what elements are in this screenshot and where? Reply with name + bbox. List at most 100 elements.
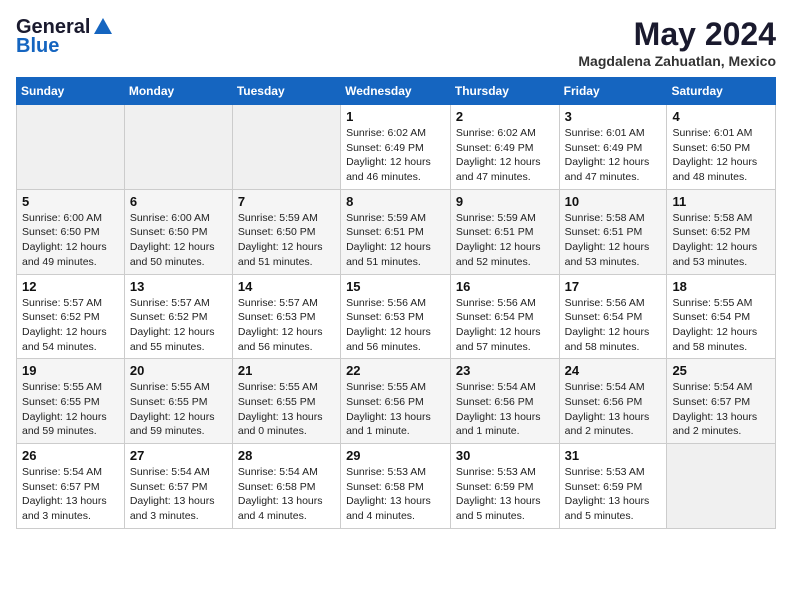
calendar-cell: 12 Sunrise: 5:57 AM Sunset: 6:52 PM Dayli…: [17, 274, 125, 359]
day-number: 23: [456, 363, 554, 378]
day-number: 11: [672, 194, 770, 209]
day-info: Sunrise: 5:54 AM Sunset: 6:57 PM Dayligh…: [672, 380, 770, 439]
day-info: Sunrise: 5:55 AM Sunset: 6:55 PM Dayligh…: [130, 380, 227, 439]
day-number: 12: [22, 279, 119, 294]
weekday-header: Monday: [124, 78, 232, 105]
day-number: 8: [346, 194, 445, 209]
day-number: 10: [565, 194, 662, 209]
day-info: Sunrise: 5:56 AM Sunset: 6:54 PM Dayligh…: [456, 296, 554, 355]
day-number: 4: [672, 109, 770, 124]
calendar-week-row: 1 Sunrise: 6:02 AM Sunset: 6:49 PM Daylig…: [17, 105, 776, 190]
calendar-cell: 1 Sunrise: 6:02 AM Sunset: 6:49 PM Daylig…: [341, 105, 451, 190]
day-number: 2: [456, 109, 554, 124]
day-number: 28: [238, 448, 335, 463]
day-info: Sunrise: 5:55 AM Sunset: 6:55 PM Dayligh…: [22, 380, 119, 439]
day-number: 30: [456, 448, 554, 463]
day-info: Sunrise: 5:56 AM Sunset: 6:53 PM Dayligh…: [346, 296, 445, 355]
calendar-week-row: 19Sunrise: 5:55 AM Sunset: 6:55 PM Dayli…: [17, 359, 776, 444]
calendar-table: SundayMondayTuesdayWednesdayThursdayFrid…: [16, 77, 776, 529]
month-title: May 2024: [578, 16, 776, 53]
calendar-cell: 26Sunrise: 5:54 AM Sunset: 6:57 PM Dayli…: [17, 444, 125, 529]
calendar-cell: 17 Sunrise: 5:56 AM Sunset: 6:54 PM Dayli…: [559, 274, 667, 359]
calendar-cell: 18 Sunrise: 5:55 AM Sunset: 6:54 PM Dayli…: [667, 274, 776, 359]
day-number: 18: [672, 279, 770, 294]
day-info: Sunrise: 5:54 AM Sunset: 6:57 PM Dayligh…: [22, 465, 119, 524]
calendar-cell: 7 Sunrise: 5:59 AM Sunset: 6:50 PM Daylig…: [232, 189, 340, 274]
day-info: Sunrise: 5:53 AM Sunset: 6:59 PM Dayligh…: [565, 465, 662, 524]
calendar-cell: [124, 105, 232, 190]
calendar-cell: 27Sunrise: 5:54 AM Sunset: 6:57 PM Dayli…: [124, 444, 232, 529]
day-number: 25: [672, 363, 770, 378]
calendar-cell: 30 Sunrise: 5:53 AM Sunset: 6:59 PM Dayli…: [450, 444, 559, 529]
day-number: 17: [565, 279, 662, 294]
day-number: 22: [346, 363, 445, 378]
calendar-cell: [17, 105, 125, 190]
day-info: Sunrise: 6:00 AM Sunset: 6:50 PM Dayligh…: [22, 211, 119, 270]
calendar-cell: 31 Sunrise: 5:53 AM Sunset: 6:59 PM Dayli…: [559, 444, 667, 529]
calendar-cell: 9 Sunrise: 5:59 AM Sunset: 6:51 PM Daylig…: [450, 189, 559, 274]
weekday-header: Wednesday: [341, 78, 451, 105]
calendar-week-row: 5 Sunrise: 6:00 AM Sunset: 6:50 PM Daylig…: [17, 189, 776, 274]
logo: General Blue: [16, 16, 114, 58]
header-row: SundayMondayTuesdayWednesdayThursdayFrid…: [17, 78, 776, 105]
day-info: Sunrise: 5:53 AM Sunset: 6:58 PM Dayligh…: [346, 465, 445, 524]
day-number: 24: [565, 363, 662, 378]
day-info: Sunrise: 5:57 AM Sunset: 6:52 PM Dayligh…: [22, 296, 119, 355]
day-number: 5: [22, 194, 119, 209]
calendar-cell: 14 Sunrise: 5:57 AM Sunset: 6:53 PM Dayli…: [232, 274, 340, 359]
day-info: Sunrise: 6:01 AM Sunset: 6:50 PM Dayligh…: [672, 126, 770, 185]
day-info: Sunrise: 5:54 AM Sunset: 6:58 PM Dayligh…: [238, 465, 335, 524]
day-number: 6: [130, 194, 227, 209]
day-number: 9: [456, 194, 554, 209]
calendar-header: SundayMondayTuesdayWednesdayThursdayFrid…: [17, 78, 776, 105]
calendar-cell: [667, 444, 776, 529]
calendar-cell: 15Sunrise: 5:56 AM Sunset: 6:53 PM Dayli…: [341, 274, 451, 359]
calendar-week-row: 26Sunrise: 5:54 AM Sunset: 6:57 PM Dayli…: [17, 444, 776, 529]
calendar-cell: 2 Sunrise: 6:02 AM Sunset: 6:49 PM Daylig…: [450, 105, 559, 190]
calendar-cell: 20 Sunrise: 5:55 AM Sunset: 6:55 PM Dayli…: [124, 359, 232, 444]
calendar-cell: 16 Sunrise: 5:56 AM Sunset: 6:54 PM Dayli…: [450, 274, 559, 359]
day-info: Sunrise: 5:55 AM Sunset: 6:54 PM Dayligh…: [672, 296, 770, 355]
calendar-cell: 22Sunrise: 5:55 AM Sunset: 6:56 PM Dayli…: [341, 359, 451, 444]
calendar-cell: 13 Sunrise: 5:57 AM Sunset: 6:52 PM Dayli…: [124, 274, 232, 359]
weekday-header: Friday: [559, 78, 667, 105]
day-info: Sunrise: 5:59 AM Sunset: 6:51 PM Dayligh…: [456, 211, 554, 270]
calendar-cell: 3Sunrise: 6:01 AM Sunset: 6:49 PM Daylig…: [559, 105, 667, 190]
day-info: Sunrise: 6:01 AM Sunset: 6:49 PM Dayligh…: [565, 126, 662, 185]
day-info: Sunrise: 5:58 AM Sunset: 6:52 PM Dayligh…: [672, 211, 770, 270]
day-number: 14: [238, 279, 335, 294]
calendar-cell: 29 Sunrise: 5:53 AM Sunset: 6:58 PM Dayli…: [341, 444, 451, 529]
weekday-header: Tuesday: [232, 78, 340, 105]
day-number: 13: [130, 279, 227, 294]
calendar-cell: 21 Sunrise: 5:55 AM Sunset: 6:55 PM Dayli…: [232, 359, 340, 444]
day-info: Sunrise: 5:56 AM Sunset: 6:54 PM Dayligh…: [565, 296, 662, 355]
calendar-week-row: 12 Sunrise: 5:57 AM Sunset: 6:52 PM Dayli…: [17, 274, 776, 359]
day-info: Sunrise: 5:58 AM Sunset: 6:51 PM Dayligh…: [565, 211, 662, 270]
day-info: Sunrise: 5:59 AM Sunset: 6:51 PM Dayligh…: [346, 211, 445, 270]
day-info: Sunrise: 5:59 AM Sunset: 6:50 PM Dayligh…: [238, 211, 335, 270]
day-info: Sunrise: 5:54 AM Sunset: 6:56 PM Dayligh…: [565, 380, 662, 439]
day-info: Sunrise: 6:02 AM Sunset: 6:49 PM Dayligh…: [346, 126, 445, 185]
day-info: Sunrise: 5:55 AM Sunset: 6:55 PM Dayligh…: [238, 380, 335, 439]
day-number: 21: [238, 363, 335, 378]
day-info: Sunrise: 5:53 AM Sunset: 6:59 PM Dayligh…: [456, 465, 554, 524]
day-number: 29: [346, 448, 445, 463]
calendar-cell: 19Sunrise: 5:55 AM Sunset: 6:55 PM Dayli…: [17, 359, 125, 444]
day-info: Sunrise: 6:02 AM Sunset: 6:49 PM Dayligh…: [456, 126, 554, 185]
calendar-cell: 6Sunrise: 6:00 AM Sunset: 6:50 PM Daylig…: [124, 189, 232, 274]
day-number: 7: [238, 194, 335, 209]
day-number: 16: [456, 279, 554, 294]
day-number: 31: [565, 448, 662, 463]
day-info: Sunrise: 5:54 AM Sunset: 6:57 PM Dayligh…: [130, 465, 227, 524]
calendar-cell: 24 Sunrise: 5:54 AM Sunset: 6:56 PM Dayli…: [559, 359, 667, 444]
calendar-cell: 25 Sunrise: 5:54 AM Sunset: 6:57 PM Dayli…: [667, 359, 776, 444]
day-info: Sunrise: 5:57 AM Sunset: 6:53 PM Dayligh…: [238, 296, 335, 355]
calendar-cell: [232, 105, 340, 190]
location: Magdalena Zahuatlan, Mexico: [578, 53, 776, 69]
calendar-cell: 23Sunrise: 5:54 AM Sunset: 6:56 PM Dayli…: [450, 359, 559, 444]
day-info: Sunrise: 5:57 AM Sunset: 6:52 PM Dayligh…: [130, 296, 227, 355]
day-number: 1: [346, 109, 445, 124]
calendar-cell: 10 Sunrise: 5:58 AM Sunset: 6:51 PM Dayli…: [559, 189, 667, 274]
day-number: 20: [130, 363, 227, 378]
weekday-header: Sunday: [17, 78, 125, 105]
